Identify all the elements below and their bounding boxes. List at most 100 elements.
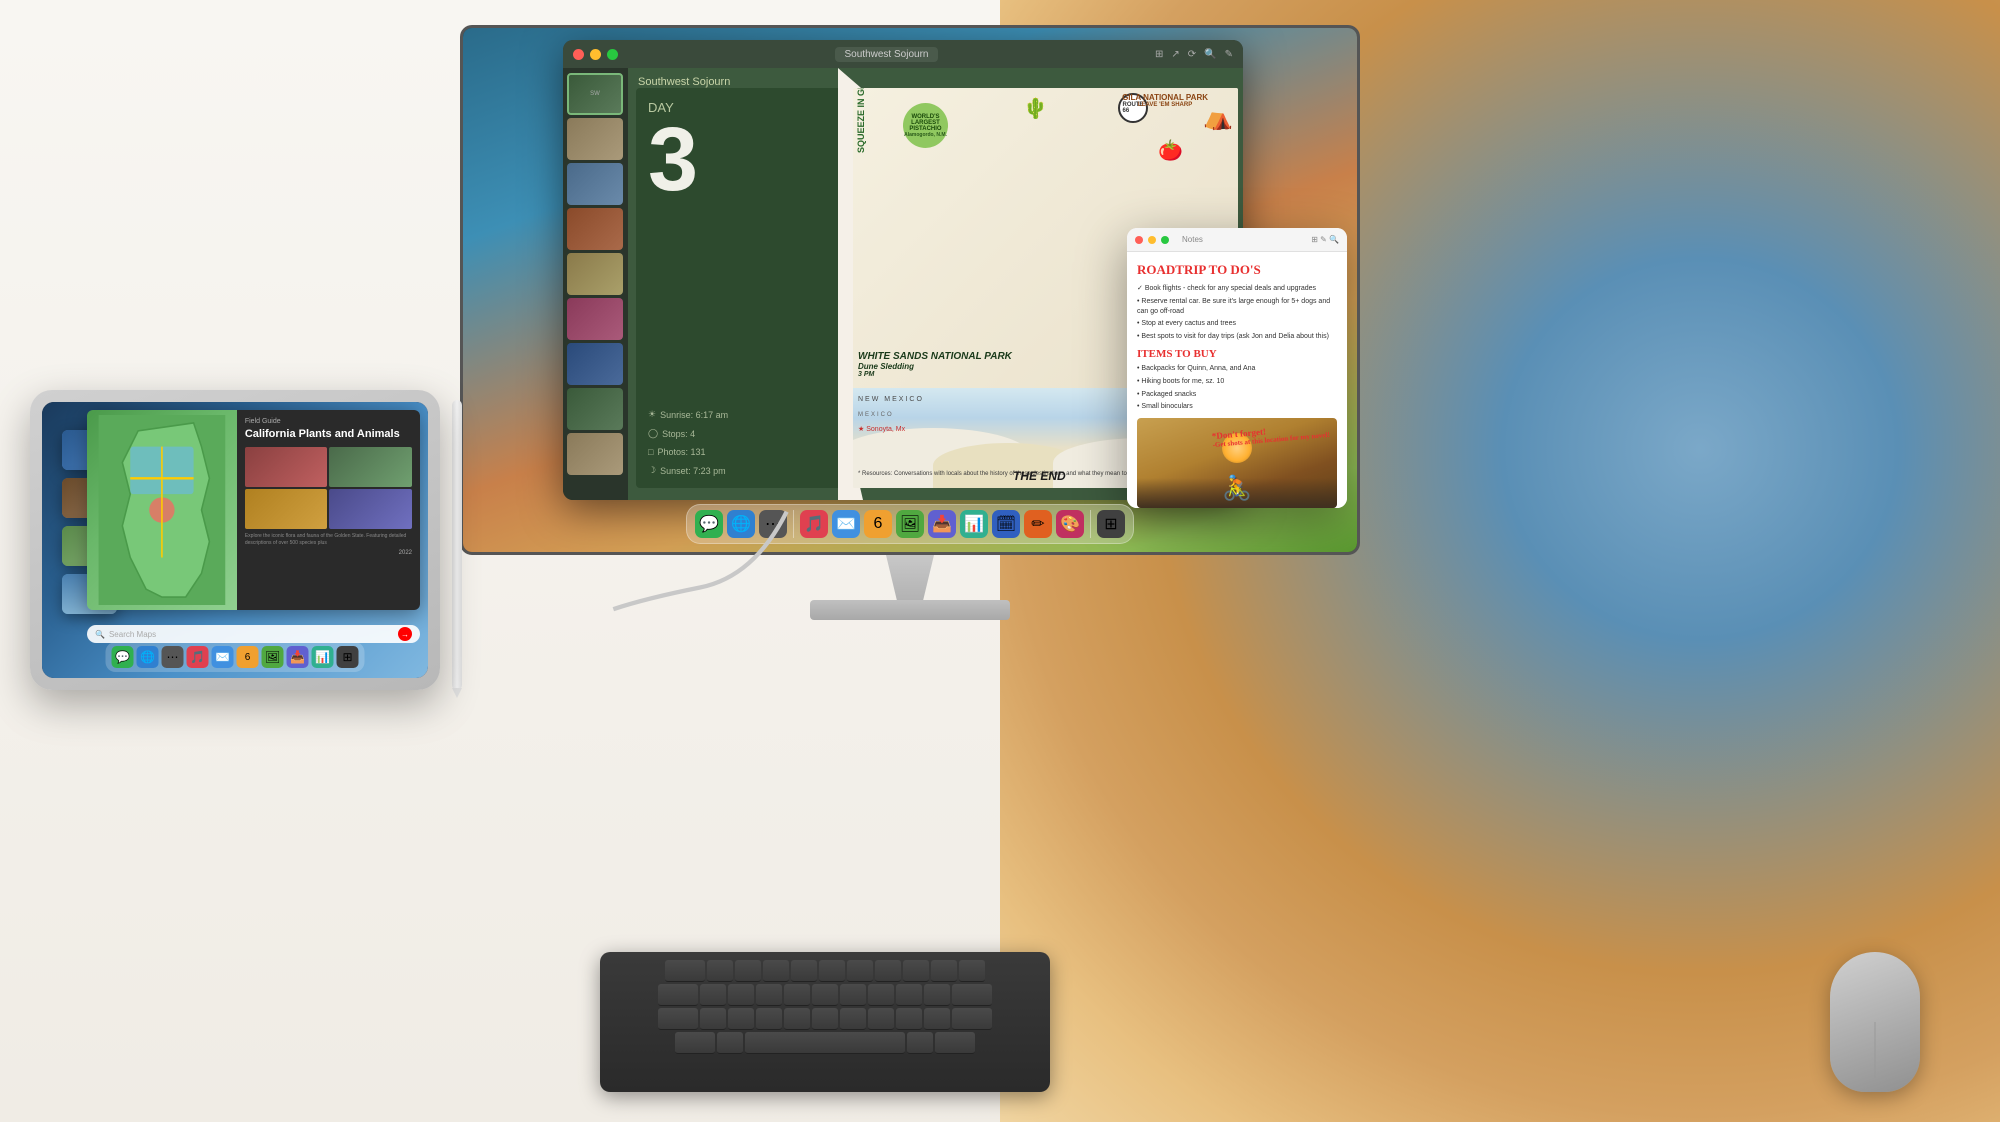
notes-buy-3: • Packaged snacks xyxy=(1137,390,1337,400)
close-button[interactable] xyxy=(573,49,584,60)
minimize-button[interactable] xyxy=(590,49,601,60)
key-opt-l[interactable] xyxy=(717,1032,743,1054)
key-c[interactable] xyxy=(756,1008,782,1030)
key-q[interactable] xyxy=(707,960,733,982)
maps-search-button[interactable]: → xyxy=(398,627,412,641)
fullscreen-button[interactable] xyxy=(607,49,618,60)
stage-recent-apps xyxy=(50,410,78,678)
key-w[interactable] xyxy=(735,960,761,982)
fg-description: Explore the iconic flora and fauna of th… xyxy=(245,533,412,547)
key-b[interactable] xyxy=(812,1008,838,1030)
key-e[interactable] xyxy=(763,960,789,982)
key-caps[interactable] xyxy=(658,984,698,1006)
ipad-dock-numbers[interactable]: 📊 xyxy=(312,646,334,668)
ipad-dock-more[interactable]: ⋯ xyxy=(162,646,184,668)
key-shift-r[interactable] xyxy=(952,1008,992,1030)
ipad-dock-music[interactable]: 🎵 xyxy=(187,646,209,668)
key-n[interactable] xyxy=(840,1008,866,1030)
white-sands-label: WHITE SANDS NATIONAL PARK Dune Sledding … xyxy=(858,351,1012,378)
ipad-dock-calendar[interactable]: 6 xyxy=(237,646,259,668)
maps-search-bar[interactable]: 🔍 Search Maps → xyxy=(87,625,420,643)
magic-mouse[interactable] xyxy=(1830,952,1920,1092)
ipad-dock-reminders[interactable]: 📥 xyxy=(287,646,309,668)
key-cmd-r[interactable] xyxy=(935,1032,975,1054)
tomato-icon: 🍅 xyxy=(1158,138,1183,163)
notes-line-1: ✓ Book flights - check for any special d… xyxy=(1137,284,1337,294)
sidebar-thumb-2[interactable] xyxy=(567,118,623,160)
key-return[interactable] xyxy=(952,984,992,1006)
sidebar-thumb-4[interactable] xyxy=(567,208,623,250)
key-u[interactable] xyxy=(875,960,901,982)
sidebar-thumb-1[interactable]: SW xyxy=(567,73,623,115)
key-f[interactable] xyxy=(784,984,810,1006)
key-z[interactable] xyxy=(700,1008,726,1030)
ipad-dock-launchpad[interactable]: ⊞ xyxy=(337,646,359,668)
dock-keynote[interactable]: ✏ xyxy=(1024,510,1052,538)
stops-icon: ◯ xyxy=(648,428,658,439)
key-t[interactable] xyxy=(819,960,845,982)
key-a[interactable] xyxy=(700,984,726,1006)
key-v[interactable] xyxy=(784,1008,810,1030)
sidebar-thumb-3[interactable] xyxy=(567,163,623,205)
key-r[interactable] xyxy=(791,960,817,982)
notes-buy-4: • Small binoculars xyxy=(1137,402,1337,412)
dock-numbers[interactable]: 📊 xyxy=(960,510,988,538)
dock-reminders[interactable]: 📥 xyxy=(928,510,956,538)
dock-calendar2[interactable]: 🗓 xyxy=(992,510,1020,538)
key-cmd-l[interactable] xyxy=(675,1032,715,1054)
key-m[interactable] xyxy=(868,1008,894,1030)
sidebar-thumb-7[interactable] xyxy=(567,343,623,385)
dock-mail[interactable]: ✉️ xyxy=(832,510,860,538)
macos-desktop: Southwest Sojourn ⊞ ↗ ⟳ 🔍 ✎ xyxy=(463,28,1357,552)
pistachio-badge: WORLD'S LARGEST PISTACHIO Alamogordo, N.… xyxy=(903,103,948,148)
sunset-icon: ☽ xyxy=(648,465,656,476)
key-opt-r[interactable] xyxy=(907,1032,933,1054)
dock-separator-2 xyxy=(1090,510,1091,538)
field-guide-window[interactable]: Field Guide California Plants and Animal… xyxy=(87,410,420,610)
ipad-dock-photos[interactable]: 🖼 xyxy=(262,646,284,668)
key-j[interactable] xyxy=(868,984,894,1006)
dock-photos[interactable]: 🖼 xyxy=(896,510,924,538)
freeform-toolbar-icons: ⊞ ↗ ⟳ 🔍 ✎ xyxy=(1155,49,1233,60)
freeform-tab[interactable]: Southwest Sojourn xyxy=(835,47,939,62)
key-space[interactable] xyxy=(745,1032,905,1054)
key-k[interactable] xyxy=(896,984,922,1006)
key-s[interactable] xyxy=(728,984,754,1006)
key-p[interactable] xyxy=(959,960,985,982)
notes-buy-1: • Backpacks for Quinn, Anna, and Ana xyxy=(1137,364,1337,374)
key-shift-l[interactable] xyxy=(658,1008,698,1030)
notes-fullscreen[interactable] xyxy=(1161,236,1169,244)
day-card: DAY 3 ☀ Sunrise: 6:17 am ◯ Stops: 4 xyxy=(636,88,846,488)
key-tab[interactable] xyxy=(665,960,705,982)
sidebar-thumb-5[interactable] xyxy=(567,253,623,295)
resources-text: * Resources: Conversations with locals a… xyxy=(858,470,1142,478)
ipad-dock-messages[interactable]: 💬 xyxy=(112,646,134,668)
key-o[interactable] xyxy=(931,960,957,982)
notes-window[interactable]: Notes ⊞ ✎ 🔍 ROADTRIP TO DO'S ✓ Book flig… xyxy=(1127,228,1347,508)
key-l[interactable] xyxy=(924,984,950,1006)
key-i[interactable] xyxy=(903,960,929,982)
fg-right-panel: Field Guide California Plants and Animal… xyxy=(237,410,420,610)
dock-launchpad[interactable]: ⊞ xyxy=(1097,510,1125,538)
sidebar-thumb-6[interactable] xyxy=(567,298,623,340)
sidebar-thumb-8[interactable] xyxy=(567,388,623,430)
key-h[interactable] xyxy=(840,984,866,1006)
sidebar-thumb-9[interactable] xyxy=(567,433,623,475)
key-comma[interactable] xyxy=(896,1008,922,1030)
key-period[interactable] xyxy=(924,1008,950,1030)
key-y[interactable] xyxy=(847,960,873,982)
dock-calendar[interactable]: 6 xyxy=(864,510,892,538)
ipad-dock-safari[interactable]: 🌐 xyxy=(137,646,159,668)
key-d[interactable] xyxy=(756,984,782,1006)
dock-freeform[interactable]: 🎨 xyxy=(1056,510,1084,538)
ipad-dock-mail[interactable]: ✉️ xyxy=(212,646,234,668)
key-x[interactable] xyxy=(728,1008,754,1030)
california-map-svg xyxy=(92,415,232,605)
apple-pencil xyxy=(452,400,462,690)
key-g[interactable] xyxy=(812,984,838,1006)
sunrise-icon: ☀ xyxy=(648,409,656,420)
fg-title: California Plants and Animals xyxy=(245,428,412,441)
cactus-icon: 🌵 xyxy=(1023,96,1048,121)
notes-close[interactable] xyxy=(1135,236,1143,244)
notes-minimize[interactable] xyxy=(1148,236,1156,244)
